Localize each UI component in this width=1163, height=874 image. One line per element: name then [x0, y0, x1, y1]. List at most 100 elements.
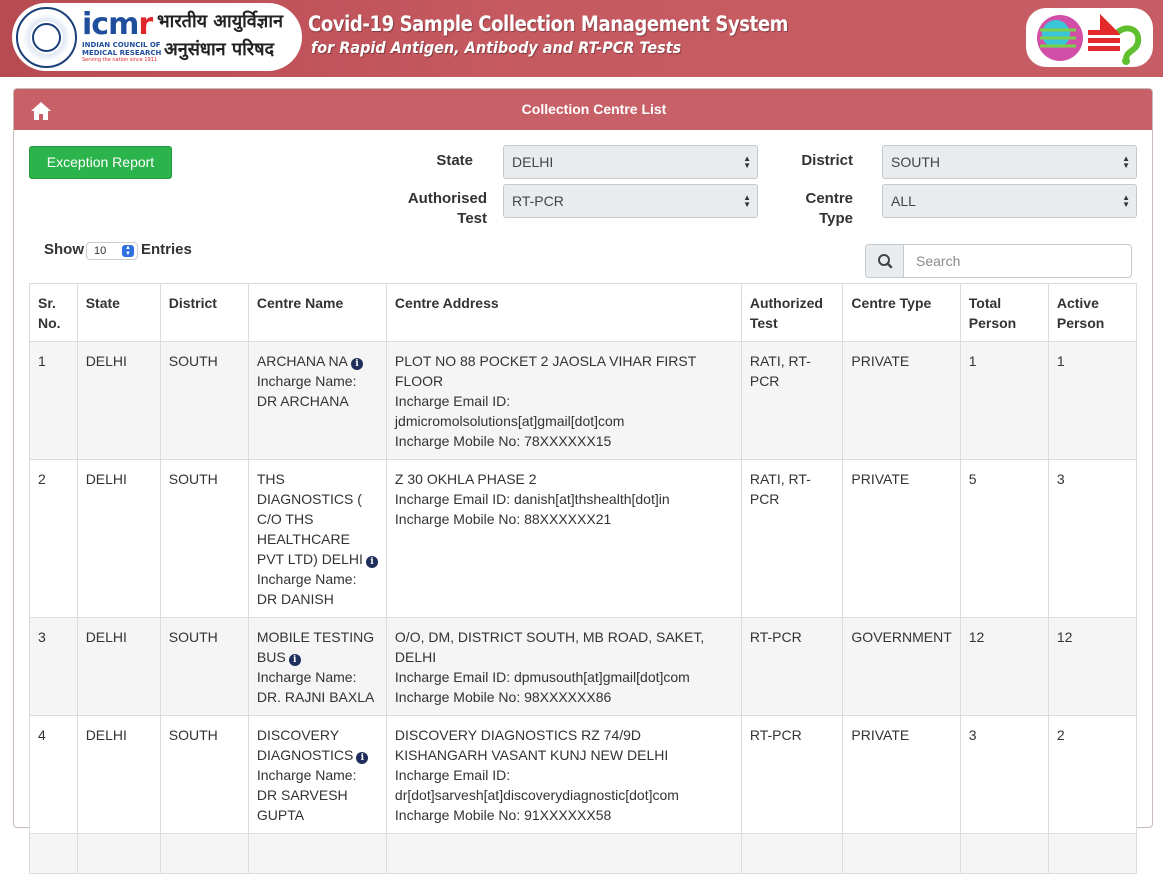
cell-centre-name: ARCHANA NA i Incharge Name: DR ARCHANA: [247, 341, 387, 460]
cell-active-person: 1: [1047, 341, 1138, 460]
cell-district: SOUTH: [159, 617, 249, 716]
select-arrows-icon: ▲ ▼: [743, 193, 751, 209]
cell-sr-no: 4: [29, 715, 78, 834]
centre-type-select[interactable]: ALL ▲ ▼: [882, 184, 1137, 218]
centre-table: Sr. No. State District Centre Name Centr…: [29, 283, 1138, 874]
incharge-name: Incharge Name: DR. RAJNI BAXLA: [256, 669, 375, 705]
cell-authorized-test: RATI, RT-PCR: [740, 459, 844, 618]
cell-state: DELHI: [76, 459, 161, 618]
spinner-arrows-icon: ▲ ▼: [122, 245, 134, 257]
state-label: State: [436, 152, 473, 169]
header-banner: icmr INDIAN COUNCIL OF MEDICAL RESEARCH S…: [0, 0, 1163, 77]
authorised-test-select[interactable]: RT-PCR ▲ ▼: [503, 184, 758, 218]
cell-authorized-test: RT-PCR: [740, 715, 844, 834]
info-icon[interactable]: i: [356, 752, 369, 764]
exception-report-button[interactable]: Exception Report: [29, 146, 172, 179]
cell-active-person: 12: [1047, 617, 1138, 716]
cell-authorized-test: [740, 833, 844, 874]
cell-centre-address: O/O, DM, DISTRICT SOUTH, MB ROAD, SAKET,…: [385, 617, 742, 716]
cell-authorized-test: RT-PCR: [740, 617, 844, 716]
header-sr-no[interactable]: Sr. No.: [29, 283, 78, 342]
cell-state: DELHI: [76, 341, 161, 460]
show-label: Show: [44, 241, 84, 258]
icmr-hindi-line1: भारतीय आयुर्विज्ञान: [157, 11, 284, 32]
district-label: District: [801, 152, 853, 169]
address-text: DISCOVERY DIAGNOSTICS RZ 74/9D KISHANGAR…: [394, 727, 669, 763]
entries-select[interactable]: 10 ▲ ▼: [86, 242, 138, 260]
cell-district: [159, 833, 249, 874]
table-row: 3 DELHI SOUTH MOBILE TESTING BUS i Inchar…: [29, 617, 1138, 716]
header-centre-type[interactable]: Centre Type: [842, 283, 961, 342]
cell-total-person: 12: [959, 617, 1049, 716]
header-centre-address[interactable]: Centre Address: [385, 283, 742, 342]
state-select[interactable]: DELHI ▲ ▼: [503, 145, 758, 179]
incharge-name: Incharge Name: DR ARCHANA: [256, 373, 357, 409]
select-arrows-icon: ▲ ▼: [1122, 154, 1130, 170]
address-text: Z 30 OKHLA PHASE 2: [394, 471, 537, 487]
cell-centre-type: PRIVATE: [842, 715, 961, 834]
system-title: Covid-19 Sample Collection Management Sy…: [308, 12, 789, 36]
info-icon[interactable]: i: [288, 654, 301, 666]
authorised-test-value: RT-PCR: [512, 193, 564, 209]
district-select[interactable]: SOUTH ▲ ▼: [882, 145, 1137, 179]
centre-type-value: ALL: [891, 193, 916, 209]
incharge-email: Incharge Email ID: danish[at]thshealth[d…: [394, 491, 670, 507]
system-subtitle: for Rapid Antigen, Antibody and RT-PCR T…: [311, 38, 682, 57]
info-icon[interactable]: i: [365, 556, 378, 568]
cell-sr-no: [29, 833, 78, 874]
address-text: PLOT NO 88 POCKET 2 JAOSLA VIHAR FIRST F…: [394, 353, 697, 389]
search-button[interactable]: [865, 244, 904, 278]
cell-district: SOUTH: [159, 341, 249, 460]
entries-select-value: 10: [94, 245, 107, 257]
incharge-email: Incharge Email ID: jdmicromolsolutions[a…: [394, 393, 625, 429]
select-arrows-icon: ▲ ▼: [1122, 193, 1130, 209]
cell-centre-type: PRIVATE: [842, 459, 961, 618]
address-text: O/O, DM, DISTRICT SOUTH, MB ROAD, SAKET,…: [394, 629, 705, 665]
incharge-mobile: Incharge Mobile No: 78XXXXXX15: [394, 433, 612, 449]
icmr-wordmark: icmr: [82, 7, 153, 42]
table-row: [29, 833, 1138, 874]
incharge-mobile: Incharge Mobile No: 98XXXXXX86: [394, 689, 612, 705]
cell-centre-type: PRIVATE: [842, 341, 961, 460]
incharge-email: Incharge Email ID: dpmusouth[at]gmail[do…: [394, 669, 690, 685]
cell-sr-no: 1: [29, 341, 78, 460]
cell-active-person: 3: [1047, 459, 1138, 618]
cell-centre-address: PLOT NO 88 POCKET 2 JAOSLA VIHAR FIRST F…: [385, 341, 742, 460]
cell-total-person: 1: [959, 341, 1049, 460]
cell-active-person: [1047, 833, 1138, 874]
search-input[interactable]: [903, 244, 1132, 278]
table-row: 1 DELHI SOUTH ARCHANA NA i Incharge Name:…: [29, 341, 1138, 460]
table-header-row: Sr. No. State District Centre Name Centr…: [29, 283, 1138, 342]
cell-centre-type: GOVERNMENT: [842, 617, 961, 716]
entries-label: Entries: [141, 241, 192, 258]
card-header: Collection Centre List: [14, 89, 1152, 130]
header-authorized-test[interactable]: Authorized Test: [740, 283, 844, 342]
header-district[interactable]: District: [159, 283, 249, 342]
partner-logo: [1026, 8, 1153, 67]
header-centre-name[interactable]: Centre Name: [247, 283, 387, 342]
incharge-name: Incharge Name: DR SARVESH GUPTA: [256, 767, 357, 823]
incharge-mobile: Incharge Mobile No: 91XXXXXX58: [394, 807, 612, 823]
cell-centre-name: THS DIAGNOSTICS ( C/O THS HEALTHCARE PVT…: [247, 459, 387, 618]
info-icon[interactable]: i: [350, 358, 363, 370]
authorised-test-label: Authorised Test: [407, 190, 487, 227]
cell-centre-address: [385, 833, 742, 874]
cell-state: DELHI: [76, 617, 161, 716]
table-row: 2 DELHI SOUTH THS DIAGNOSTICS ( C/O THS …: [29, 459, 1138, 618]
header-active-person[interactable]: Active Person: [1047, 283, 1138, 342]
state-select-value: DELHI: [512, 154, 554, 170]
cell-sr-no: 2: [29, 459, 78, 618]
centre-name-text: ARCHANA NA: [256, 353, 348, 369]
centre-type-label: Centre Type: [805, 190, 853, 227]
icmr-logo: icmr INDIAN COUNCIL OF MEDICAL RESEARCH S…: [12, 3, 302, 71]
cell-active-person: 2: [1047, 715, 1138, 834]
emblem-icon: [16, 7, 77, 68]
cell-centre-address: Z 30 OKHLA PHASE 2 Incharge Email ID: da…: [385, 459, 742, 618]
cell-state: DELHI: [76, 715, 161, 834]
cell-total-person: 5: [959, 459, 1049, 618]
cell-district: SOUTH: [159, 459, 249, 618]
centre-name-text: DISCOVERY DIAGNOSTICS: [256, 727, 354, 763]
cell-state: [76, 833, 161, 874]
header-state[interactable]: State: [76, 283, 161, 342]
header-total-person[interactable]: Total Person: [959, 283, 1049, 342]
